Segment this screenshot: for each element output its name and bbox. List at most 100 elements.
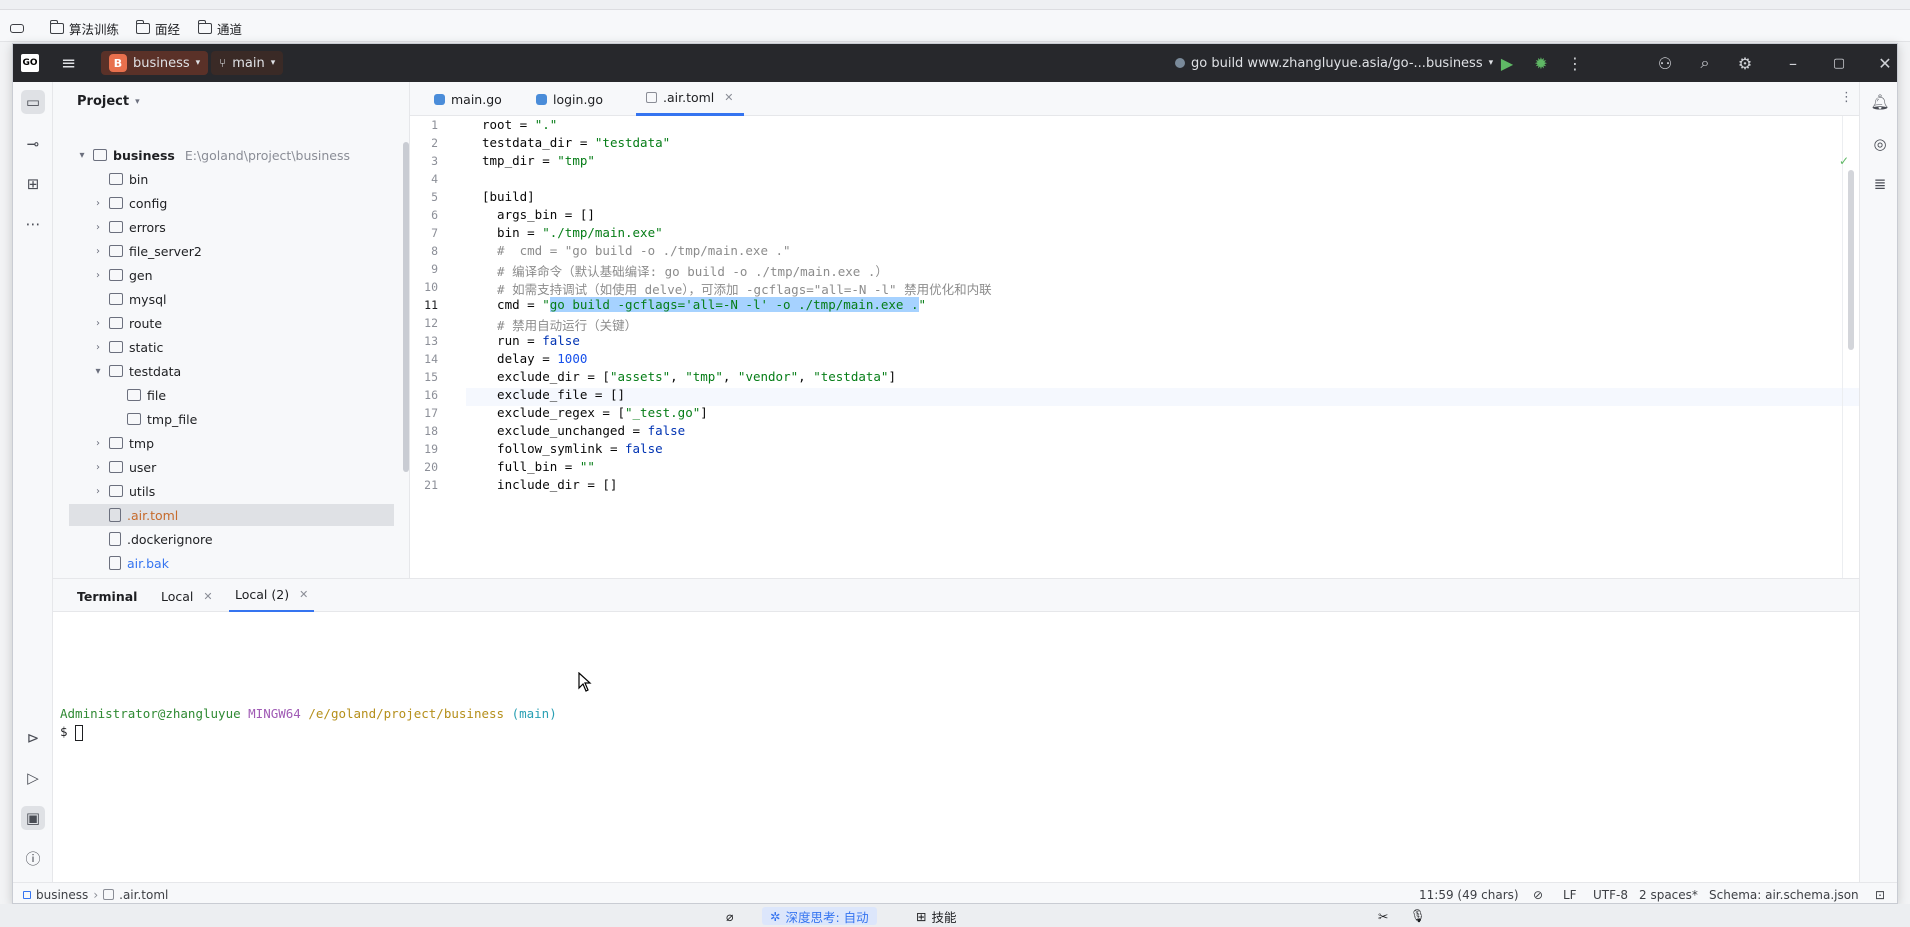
caret-position[interactable]: 11:59 (49 chars) — [1419, 883, 1519, 903]
indent-setting[interactable]: 2 spaces* — [1639, 883, 1698, 903]
deep-think-label: 深度思考: 自动 — [785, 909, 869, 925]
add-user-icon[interactable]: ⚇ — [1655, 53, 1675, 73]
attachment-icon[interactable]: ⌀ — [726, 907, 734, 925]
chevron-right-icon[interactable]: › — [93, 270, 103, 281]
run-icon[interactable]: ▶ — [1497, 53, 1517, 73]
breadcrumb-project[interactable]: business — [36, 888, 88, 902]
chevron-right-icon[interactable]: › — [93, 438, 103, 449]
bookmark-item[interactable]: 面经 — [135, 18, 180, 38]
folder-icon — [109, 245, 123, 257]
chevron-right-icon[interactable]: › — [93, 486, 103, 497]
terminal-output[interactable]: Administrator@zhangluyue MINGW64 /e/gola… — [53, 612, 1859, 882]
goland-logo-icon[interactable]: GO — [21, 44, 39, 82]
chevron-down-icon: ▾ — [195, 58, 201, 68]
project-selector[interactable]: B business ▾ — [101, 51, 209, 75]
tree-item[interactable]: mysql — [93, 288, 167, 310]
chevron-right-icon[interactable]: › — [93, 462, 103, 473]
editor-scrollbar[interactable] — [1848, 170, 1854, 350]
tree-item[interactable]: bin — [93, 168, 148, 190]
more-actions-icon[interactable]: ⋮ — [1565, 53, 1585, 73]
maximize-icon[interactable]: ▢ — [1829, 53, 1849, 73]
close-tab-icon[interactable]: ✕ — [203, 590, 212, 603]
chevron-right-icon[interactable]: › — [93, 222, 103, 233]
tree-item[interactable]: › static — [93, 336, 163, 358]
json-schema[interactable]: Schema: air.schema.json — [1709, 883, 1859, 903]
code-editor[interactable]: 1 root = "." 2 testdata_dir = "testdata" 3 tm… — [410, 116, 1859, 578]
tree-item[interactable]: .air.toml — [69, 504, 394, 526]
chevron-right-icon: › — [93, 887, 99, 902]
tree-item[interactable]: › route — [93, 312, 162, 334]
tab-air-toml[interactable]: .air.toml ✕ — [636, 82, 744, 116]
readonly-toggle-icon[interactable]: ⊘ — [1533, 883, 1543, 903]
lock-icon[interactable]: ⊡ — [1875, 883, 1885, 903]
inspection-ok-icon[interactable]: ✓ — [1839, 154, 1849, 168]
line-number: 19 — [424, 442, 438, 456]
notifications-icon[interactable]: 🔔︎ — [1868, 90, 1892, 114]
main-menu-icon[interactable]: ≡ — [61, 44, 76, 82]
debug-icon[interactable]: ✹ — [1531, 53, 1551, 73]
ai-assistant-icon[interactable]: ◎ — [1868, 132, 1892, 156]
project-tool-icon[interactable]: ▭ — [21, 90, 45, 114]
run-tool-icon[interactable]: ▷ — [21, 766, 45, 790]
microphone-icon[interactable]: 🎙︎ — [1410, 907, 1426, 925]
scissors-icon[interactable]: ✂ — [1378, 907, 1388, 925]
project-badge: B — [109, 54, 127, 72]
tree-scrollbar[interactable] — [403, 142, 409, 472]
code-line: [build] — [482, 189, 535, 204]
terminal-tool-icon[interactable]: ▣ — [21, 806, 45, 830]
breadcrumb-file[interactable]: .air.toml — [119, 888, 168, 902]
tree-item[interactable]: ▾ testdata — [93, 360, 181, 382]
structure-tool-icon[interactable]: ⊞ — [21, 172, 45, 196]
terminal-input-line[interactable]: $ — [60, 724, 84, 741]
branch-selector[interactable]: ⑂ main ▾ — [211, 51, 284, 75]
tree-label: .air.toml — [127, 507, 179, 523]
tree-item[interactable]: air.bak — [93, 552, 169, 574]
file-encoding[interactable]: UTF-8 — [1593, 883, 1628, 903]
deep-think-toggle[interactable]: ✲ 深度思考: 自动 — [762, 907, 877, 925]
tab-options-icon[interactable]: ⋮ — [1840, 90, 1853, 105]
database-icon[interactable]: ≣ — [1868, 172, 1892, 196]
tree-root-business[interactable]: ▾ business E:\goland\project\business — [77, 144, 350, 166]
chevron-right-icon[interactable]: › — [93, 198, 103, 209]
tree-item[interactable]: tmp_file — [111, 408, 197, 430]
terminal-tab-local[interactable]: Local ✕ — [161, 579, 213, 613]
tree-item[interactable]: › config — [93, 192, 167, 214]
panel-title: Project — [77, 94, 130, 109]
tree-item[interactable]: › file_server2 — [93, 240, 202, 262]
problems-tool-icon[interactable]: ⓘ — [21, 846, 45, 870]
tree-item[interactable]: › user — [93, 456, 156, 478]
tree-item[interactable]: › tmp — [93, 432, 154, 454]
settings-gear-icon[interactable]: ⚙ — [1735, 53, 1755, 73]
chevron-right-icon[interactable]: › — [93, 342, 103, 353]
tab-login-go[interactable]: login.go — [526, 82, 613, 116]
line-number: 9 — [431, 262, 438, 276]
chevron-down-icon[interactable]: ▾ — [77, 150, 87, 161]
tree-item[interactable]: › utils — [93, 480, 155, 502]
tree-item[interactable]: .dockerignore — [93, 528, 213, 550]
close-window-icon[interactable]: ✕ — [1875, 53, 1895, 73]
terminal-tab-local-2[interactable]: Local (2) ✕ — [229, 579, 315, 613]
tree-label: utils — [129, 483, 156, 499]
tree-item[interactable]: › errors — [93, 216, 166, 238]
bookmark-item[interactable]: 通道 — [197, 18, 242, 38]
project-panel-header[interactable]: Project ▾ — [77, 94, 140, 109]
commit-tool-icon[interactable]: ⊸ — [21, 132, 45, 156]
line-ending[interactable]: LF — [1563, 883, 1577, 903]
tab-main-go[interactable]: main.go — [424, 82, 512, 116]
search-icon[interactable]: ⌕ — [1695, 53, 1715, 73]
bookmark-item[interactable]: 算法训练 — [49, 18, 119, 38]
close-tab-icon[interactable]: ✕ — [299, 588, 308, 601]
close-tab-icon[interactable]: ✕ — [724, 91, 733, 104]
tree-label: tmp_file — [147, 411, 198, 427]
minimize-icon[interactable]: – — [1783, 53, 1803, 73]
more-tools-icon[interactable]: ⋯ — [21, 212, 45, 236]
bookmarks-menu-icon[interactable] — [10, 18, 24, 38]
chevron-right-icon[interactable]: › — [93, 246, 103, 257]
chevron-right-icon[interactable]: › — [93, 318, 103, 329]
services-tool-icon[interactable]: ⊳ — [21, 726, 45, 750]
tree-item[interactable]: file — [111, 384, 166, 406]
skills-button[interactable]: ⊞ 技能 — [916, 907, 957, 925]
tree-item[interactable]: › gen — [93, 264, 153, 286]
run-configuration-selector[interactable]: go build www.zhangluyue.asia/go-...busin… — [1175, 44, 1493, 82]
chevron-down-icon[interactable]: ▾ — [93, 366, 103, 377]
